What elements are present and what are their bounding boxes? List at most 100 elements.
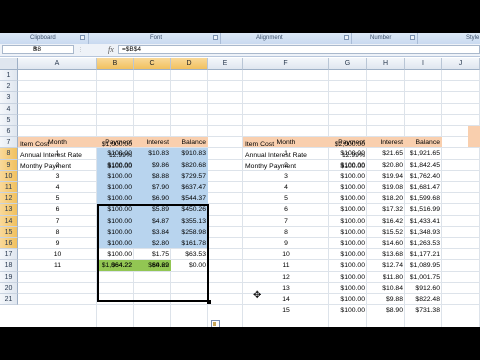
ribbon-group-clipboard[interactable]: Clipboard	[30, 35, 56, 41]
column-header-j[interactable]: J	[442, 58, 480, 70]
right-payment-cell[interactable]: $100.00	[329, 148, 367, 159]
right-payment-cell[interactable]: $100.00	[329, 193, 367, 204]
column-header-f[interactable]: F	[243, 58, 329, 70]
left-month-cell[interactable]: 10	[18, 249, 97, 260]
right-interest-cell[interactable]: $21.65	[367, 148, 405, 159]
row-header-5[interactable]: 5	[0, 114, 18, 126]
right-balance-cell[interactable]: $1,842.45	[405, 160, 442, 171]
left-interest-cell[interactable]: $8.88	[134, 171, 171, 182]
right-payment-cell[interactable]: $100.00	[329, 160, 367, 171]
right-interest-cell[interactable]: $18.20	[367, 193, 405, 204]
right-payment-cell[interactable]: $100.00	[329, 260, 367, 271]
right-balance-cell[interactable]: $1,001.75	[405, 272, 442, 283]
left-payment-cell[interactable]: $100.00	[97, 171, 134, 182]
right-interest-cell[interactable]: $20.80	[367, 160, 405, 171]
left-interest-cell[interactable]: $10.83	[134, 148, 171, 159]
left-balance-cell[interactable]: $637.47	[171, 182, 208, 193]
right-payment-cell[interactable]: $100.00	[329, 238, 367, 249]
right-month-cell[interactable]: 8	[243, 227, 329, 238]
right-month-cell[interactable]: 6	[243, 204, 329, 215]
right-balance-cell[interactable]: $912.60	[405, 283, 442, 294]
row-header-20[interactable]: 20	[0, 282, 18, 294]
left-payment-cell[interactable]: $100.00	[97, 160, 134, 171]
right-balance-cell[interactable]: $1,681.47	[405, 182, 442, 193]
column-header-d[interactable]: D	[171, 58, 208, 70]
row-header-17[interactable]: 17	[0, 249, 18, 261]
column-header-a[interactable]: A	[18, 58, 97, 70]
right-payment-cell[interactable]: $100.00	[329, 294, 367, 305]
column-header-h[interactable]: H	[367, 58, 405, 70]
row-header-11[interactable]: 11	[0, 182, 18, 194]
right-balance-cell[interactable]: $1,762.40	[405, 171, 442, 182]
ribbon-group-number[interactable]: Number	[370, 35, 391, 41]
right-balance-cell[interactable]: $1,348.93	[405, 227, 442, 238]
formula-input[interactable]: =$B$4	[118, 45, 480, 54]
left-payment-cell[interactable]: $100.00	[97, 148, 134, 159]
paste-options-icon[interactable]	[211, 320, 220, 327]
right-month-cell[interactable]: 1	[243, 148, 329, 159]
row-header-16[interactable]: 16	[0, 238, 18, 250]
right-month-cell[interactable]: 5	[243, 193, 329, 204]
row-header-8[interactable]: 8	[0, 148, 18, 160]
left-interest-cell[interactable]: $6.90	[134, 193, 171, 204]
row-header-10[interactable]: 10	[0, 170, 18, 182]
right-interest-cell[interactable]: $11.80	[367, 272, 405, 283]
left-header-payment[interactable]: Payment	[97, 137, 134, 148]
select-all-corner[interactable]	[0, 58, 18, 70]
font-launcher-icon[interactable]	[213, 35, 218, 40]
left-month-cell[interactable]: 8	[18, 227, 97, 238]
right-month-cell[interactable]: 4	[243, 182, 329, 193]
row-header-3[interactable]: 3	[0, 92, 18, 104]
left-month-cell[interactable]: 9	[18, 238, 97, 249]
right-balance-cell[interactable]: $822.48	[405, 294, 442, 305]
left-month-cell[interactable]: 2	[18, 160, 97, 171]
right-interest-cell[interactable]: $8.90	[367, 305, 405, 316]
row-header-9[interactable]: 9	[0, 159, 18, 171]
alignment-launcher-icon[interactable]	[344, 35, 349, 40]
row-header-21[interactable]: 21	[0, 294, 18, 306]
left-header-balance[interactable]: Balance	[171, 137, 208, 148]
right-balance-cell[interactable]: $731.38	[405, 305, 442, 316]
row-header-1[interactable]: 1	[0, 70, 18, 82]
row-header-7[interactable]: 7	[0, 137, 18, 149]
left-payment-cell[interactable]: $100.00	[97, 193, 134, 204]
left-balance-cell[interactable]: $820.68	[171, 160, 208, 171]
row-header-4[interactable]: 4	[0, 103, 18, 115]
left-month-cell[interactable]: 11	[18, 260, 97, 271]
left-month-cell[interactable]: 6	[18, 204, 97, 215]
right-month-cell[interactable]: 11	[243, 260, 329, 271]
right-interest-cell[interactable]: $17.32	[367, 204, 405, 215]
right-header-payment[interactable]: Payment	[329, 137, 367, 148]
right-balance-cell[interactable]: $1,599.68	[405, 193, 442, 204]
right-payment-cell[interactable]: $100.00	[329, 272, 367, 283]
fill-handle[interactable]	[207, 300, 211, 304]
right-month-cell[interactable]: 15	[243, 305, 329, 316]
column-header-e[interactable]: E	[208, 58, 243, 70]
left-header-month[interactable]: Month	[18, 137, 97, 148]
left-interest-cell[interactable]: $9.86	[134, 160, 171, 171]
right-interest-cell[interactable]: $16.42	[367, 216, 405, 227]
right-payment-cell[interactable]: $100.00	[329, 204, 367, 215]
left-payment-cell[interactable]: $100.00	[97, 182, 134, 193]
left-month-cell[interactable]: 4	[18, 182, 97, 193]
row-header-19[interactable]: 19	[0, 271, 18, 283]
column-header-c[interactable]: C	[134, 58, 171, 70]
right-payment-cell[interactable]: $100.00	[329, 216, 367, 227]
column-header-g[interactable]: G	[329, 58, 367, 70]
row-header-6[interactable]: 6	[0, 126, 18, 138]
right-balance-cell[interactable]: $1,433.41	[405, 216, 442, 227]
ribbon-group-alignment[interactable]: Alignment	[256, 35, 283, 41]
name-box[interactable]: B8 ▼	[2, 45, 74, 54]
row-header-18[interactable]: 18	[0, 260, 18, 272]
right-balance-cell[interactable]: $1,263.53	[405, 238, 442, 249]
right-payment-cell[interactable]: $100.00	[329, 171, 367, 182]
right-header-interest[interactable]: Interest	[367, 137, 405, 148]
right-month-cell[interactable]: 12	[243, 272, 329, 283]
number-launcher-icon[interactable]	[410, 35, 415, 40]
chevron-down-icon[interactable]: ▼	[33, 46, 38, 52]
right-balance-cell[interactable]: $1,089.95	[405, 260, 442, 271]
left-balance-cell[interactable]: $544.37	[171, 193, 208, 204]
row-header-13[interactable]: 13	[0, 204, 18, 216]
right-interest-cell[interactable]: $13.68	[367, 249, 405, 260]
row-header-2[interactable]: 2	[0, 81, 18, 93]
